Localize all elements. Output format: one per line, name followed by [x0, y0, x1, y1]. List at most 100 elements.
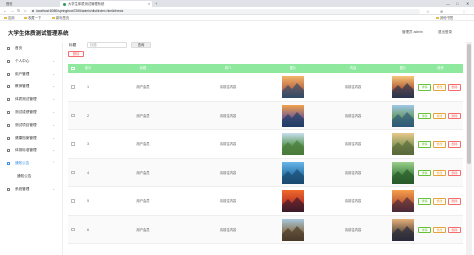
other-bookmarks-label: 其他书签 — [440, 16, 454, 20]
sidebar-item-users[interactable]: 用户管理 ⌄ — [0, 68, 62, 81]
edit-button[interactable]: 修改 — [433, 141, 446, 148]
table-row: 2 用户会员 请前往内容 请前往内容 详情 修改 删除 — [68, 101, 463, 130]
cell-intro: 请前往内容 — [219, 142, 237, 146]
sidebar-item-scores[interactable]: 测试成绩管理 ⌄ — [0, 106, 62, 119]
search-button[interactable]: 查询 — [131, 42, 151, 48]
detail-button[interactable]: 详情 — [418, 84, 431, 91]
chevron-down-icon: ⌄ — [52, 97, 55, 102]
sidebar-item-label: 通知公告 — [17, 173, 32, 178]
row-checkbox[interactable] — [71, 113, 75, 117]
maximize-button[interactable]: □ — [456, 0, 458, 7]
bookmark-1[interactable]: 收藏一下 — [24, 15, 41, 21]
cell-intro: 请前往内容 — [219, 113, 237, 118]
cell-content: 请前往内容 — [344, 85, 362, 89]
detail-button[interactable]: 详情 — [418, 112, 431, 119]
new-tab-button[interactable]: + — [155, 1, 157, 6]
col-image: 图片 — [289, 66, 297, 70]
settings-icon — [7, 187, 10, 191]
row-actions: 详情 修改 删除 — [418, 198, 463, 205]
sidebar-item-label: 体质测试管理 — [15, 97, 37, 102]
minimize-button[interactable]: — — [446, 0, 450, 7]
users-icon — [7, 72, 10, 76]
close-window-button[interactable]: ✕ — [466, 0, 469, 7]
back-icon[interactable]: ← — [3, 8, 7, 14]
forward-icon[interactable]: → — [10, 8, 14, 14]
logout-link[interactable]: 退出登录 — [438, 30, 452, 35]
sidebar-item-label: 首页 — [15, 46, 23, 50]
url-field[interactable]: localhost:8080/springboot7265/admin/dist… — [30, 8, 420, 14]
sidebar-item-teachers[interactable]: 教师管理 ⌄ — [0, 80, 62, 93]
delete-button[interactable]: 删除 — [448, 84, 461, 91]
table-header: 索引 标题 简介 图片 内容 图片 操作 — [68, 64, 463, 73]
row-checkbox[interactable] — [71, 199, 75, 203]
favicon-icon — [63, 2, 66, 6]
sidebar-item-notices[interactable]: 通知公告 ⌃ — [0, 157, 62, 170]
cell-title: 用户会员 — [136, 85, 150, 89]
row-checkbox[interactable] — [71, 85, 75, 89]
bookmarks-bar: 应用 收藏一下 新标签页 其他书签 — [0, 15, 474, 21]
chevron-down-icon: ⌄ — [52, 148, 55, 153]
current-user: 管理员 admin — [402, 30, 424, 34]
bookmark-2[interactable]: 新标签页 — [52, 15, 69, 21]
bulk-delete-button[interactable]: 删除 — [68, 51, 84, 57]
row-checkbox[interactable] — [71, 227, 75, 231]
user-icon — [7, 59, 10, 63]
address-bar-row: ← → ↻ ⌂ localhost:8080/springboot7265/ad… — [0, 7, 474, 15]
row-actions: 详情 修改 删除 — [418, 112, 463, 120]
sidebar-item-label: 体测标准管理 — [15, 148, 37, 153]
app-header: 大学生体质测试管理系统 管理员 admin 退出登录 — [0, 22, 474, 42]
page-scrollbar[interactable] — [466, 42, 472, 255]
cell-index: 1 — [87, 85, 89, 89]
delete-button[interactable]: 删除 — [448, 112, 461, 119]
sidebar-subitem-notices[interactable]: 通知公告 — [0, 170, 62, 183]
bookmark-apps[interactable]: 应用 — [4, 15, 15, 21]
title-search-input[interactable]: 标题 — [87, 42, 127, 48]
cell-intro: 请前往内容 — [219, 85, 237, 89]
chevron-down-icon: ⌄ — [52, 84, 55, 89]
sidebar-item-system[interactable]: 系统管理 ⌄ — [0, 183, 62, 196]
delete-button[interactable]: 删除 — [448, 226, 461, 233]
detail-button[interactable]: 详情 — [418, 226, 431, 233]
chevron-down-icon: ⌄ — [52, 186, 55, 191]
sidebar-item-home[interactable]: 首页 — [0, 42, 62, 55]
cell-index: 2 — [87, 113, 89, 118]
select-all-checkbox[interactable] — [71, 66, 75, 71]
row-checkbox[interactable] — [71, 142, 75, 146]
edit-button[interactable]: 修改 — [433, 112, 446, 119]
folder-icon — [24, 16, 27, 20]
detail-button[interactable]: 详情 — [418, 141, 431, 148]
edit-button[interactable]: 修改 — [433, 198, 446, 205]
scrollbar-thumb[interactable] — [467, 44, 471, 164]
star-icon[interactable]: ☆ — [426, 9, 429, 14]
cell-image-thumbnail — [282, 190, 304, 212]
sidebar-item-standards[interactable]: 体测标准管理 ⌄ — [0, 144, 62, 157]
delete-button[interactable]: 删除 — [448, 198, 461, 205]
sidebar-item-label: 系统管理 — [15, 186, 30, 191]
bookmark-1-label: 收藏一下 — [28, 16, 42, 20]
edit-button[interactable]: 修改 — [433, 84, 446, 91]
cell-image-thumbnail — [282, 161, 304, 184]
detail-button[interactable]: 详情 — [418, 198, 431, 205]
sidebar-item-fitness-test[interactable]: 体质测试管理 ⌄ — [0, 93, 62, 106]
cell-image-2-thumbnail — [392, 104, 414, 127]
url-text: localhost:8080/springboot7265/admin/dist… — [36, 8, 124, 13]
home-icon — [7, 47, 10, 50]
delete-button[interactable]: 删除 — [448, 169, 461, 176]
sidebar-item-health[interactable]: 健康档案管理 ⌄ — [0, 132, 62, 145]
cell-title: 用户会员 — [136, 113, 150, 118]
edit-button[interactable]: 修改 — [433, 226, 446, 233]
browser-tab-1-label: 首页 — [6, 2, 13, 6]
extension-icon[interactable]: ⊕ — [440, 9, 443, 14]
detail-button[interactable]: 详情 — [418, 169, 431, 176]
menu-icon[interactable]: ⋮ — [462, 9, 466, 14]
cell-index: 4 — [87, 170, 89, 175]
reload-icon[interactable]: ↻ — [17, 8, 21, 14]
edit-button[interactable]: 修改 — [433, 169, 446, 176]
other-bookmarks[interactable]: 其他书签 — [436, 15, 453, 21]
cell-image-thumbnail — [282, 133, 304, 155]
home-nav-icon[interactable]: ⌂ — [24, 8, 27, 14]
delete-button[interactable]: 删除 — [448, 141, 461, 148]
sidebar-item-projects[interactable]: 测试项目管理 ⌄ — [0, 119, 62, 132]
row-checkbox[interactable] — [71, 170, 75, 174]
sidebar-item-profile[interactable]: 个人中心 ⌄ — [0, 55, 62, 68]
